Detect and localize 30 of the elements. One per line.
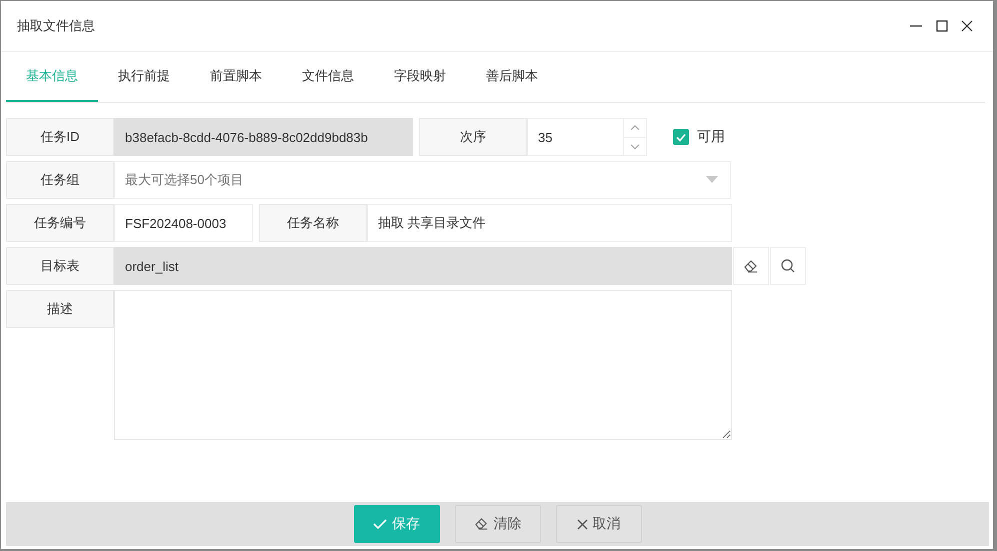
search-icon [780,258,796,274]
eraser-button[interactable] [733,247,769,285]
description-field[interactable] [114,290,732,440]
task-code-field[interactable]: FSF202408-0003 [114,204,253,242]
tab[interactable]: 文件信息 [282,52,374,102]
maximize-icon[interactable] [936,20,948,32]
tab[interactable]: 善后脚本 [466,52,558,102]
field-label: 任务名称 [259,204,367,242]
checkbox-label: 可用 [697,128,725,146]
field-label: 描述 [6,290,114,328]
field-label: 次序 [419,118,527,156]
field-label: 任务ID [6,118,114,156]
eraser-icon [474,517,488,531]
window-title: 抽取文件信息 [17,17,95,35]
eraser-icon [743,258,759,274]
close-icon [576,518,588,530]
task-group-select[interactable]: 最大可选择50个项目 [114,161,731,199]
field-label: 任务组 [6,161,114,199]
check-icon [373,518,387,530]
search-button[interactable] [770,247,806,285]
cancel-button[interactable]: 取消 [556,505,642,543]
tab[interactable]: 执行前提 [98,52,190,102]
tab[interactable]: 前置脚本 [190,52,282,102]
field-label: 任务编号 [6,204,114,242]
clear-button[interactable]: 清除 [454,505,540,543]
tab[interactable]: 字段映射 [374,52,466,102]
task-name-field[interactable]: 抽取 共享目录文件 [367,204,732,242]
close-icon[interactable] [961,20,973,32]
checkbox[interactable] [673,129,689,145]
field-label: 目标表 [6,247,114,285]
